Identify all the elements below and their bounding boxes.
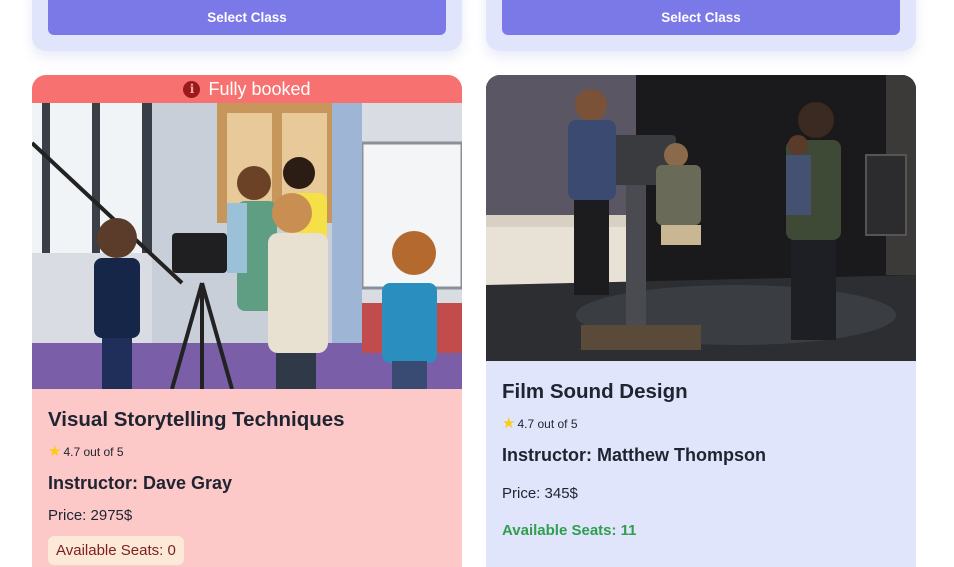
- fully-booked-banner: i Fully booked: [32, 75, 462, 103]
- class-image: [32, 103, 462, 389]
- available-seats-badge: Available Seats: 0: [48, 536, 184, 565]
- classes-page: Select Class Select Class i Fully booked: [0, 0, 954, 567]
- class-title: Film Sound Design: [502, 380, 688, 403]
- info-icon: i: [183, 80, 201, 98]
- class-title: Visual Storytelling Techniques: [48, 408, 345, 431]
- star-icon: ★: [48, 443, 62, 460]
- rating-text: 4.7 out of 5: [63, 445, 124, 459]
- class-details: Film Sound Design ★ 4.7 out of 5 Instruc…: [486, 361, 916, 539]
- instructor-name: Instructor: Dave Gray: [48, 473, 233, 493]
- star-icon: ★: [502, 415, 516, 432]
- class-price: Price: 345$: [502, 485, 578, 502]
- rating: ★ 4.7 out of 5: [48, 443, 446, 460]
- class-image: [486, 75, 916, 361]
- class-price: Price: 2975$: [48, 507, 133, 524]
- rating: ★ 4.7 out of 5: [502, 415, 900, 432]
- available-seats: Available Seats: 11: [502, 522, 637, 539]
- select-class-button[interactable]: Select Class: [502, 0, 900, 35]
- instructor-name: Instructor: Matthew Thompson: [502, 445, 766, 465]
- class-card-visual-storytelling: i Fully booked Visual Storytelling Techn…: [32, 75, 462, 567]
- class-card-top-left: Select Class: [32, 0, 462, 51]
- class-card-top-right: Select Class: [486, 0, 916, 51]
- rating-text: 4.7 out of 5: [517, 417, 578, 431]
- select-class-button[interactable]: Select Class: [48, 0, 446, 35]
- class-details: Visual Storytelling Techniques ★ 4.7 out…: [32, 389, 462, 565]
- class-card-film-sound-design: Film Sound Design ★ 4.7 out of 5 Instruc…: [486, 75, 916, 567]
- fully-booked-label: Fully booked: [208, 78, 311, 99]
